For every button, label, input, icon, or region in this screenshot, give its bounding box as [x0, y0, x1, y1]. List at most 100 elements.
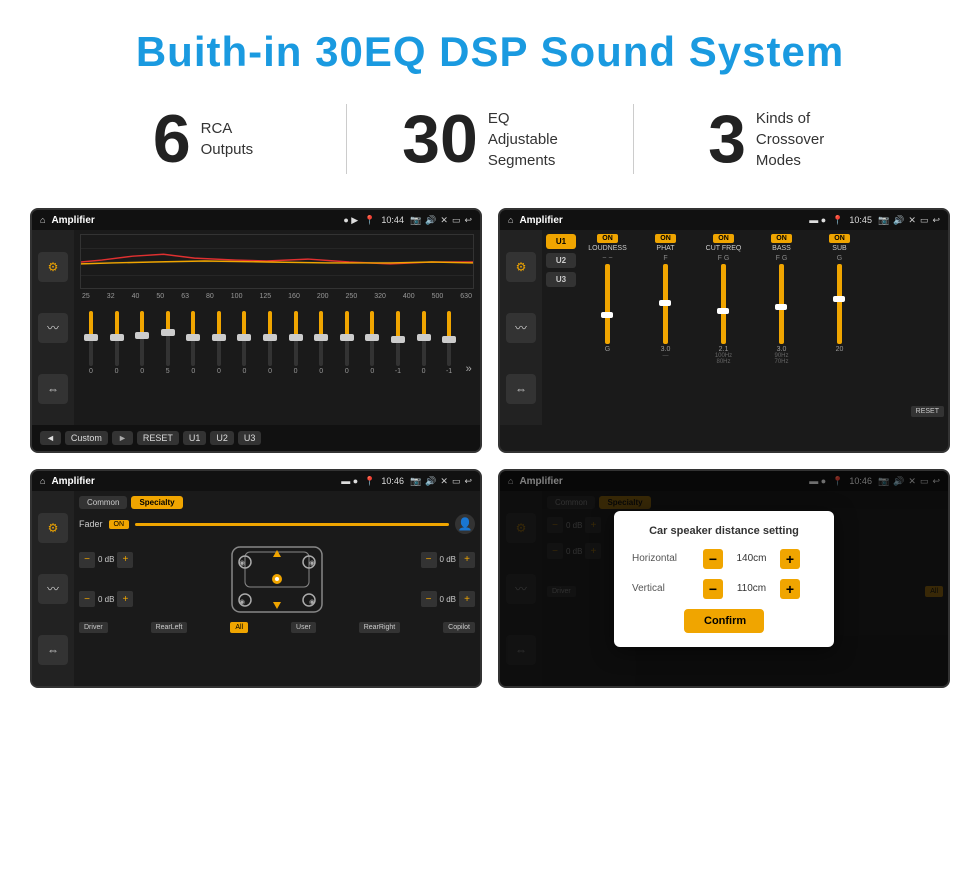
- horizontal-minus-btn[interactable]: −: [703, 549, 723, 569]
- cross-sidebar-btn-1[interactable]: ⚙: [506, 252, 536, 282]
- eq-sliders: 0 0 0: [80, 303, 474, 375]
- spk-sidebar-btn-2[interactable]: 〰: [38, 574, 68, 604]
- fader-slider[interactable]: [135, 523, 449, 526]
- driver-btn[interactable]: Driver: [79, 622, 108, 633]
- eq-slider-8[interactable]: 0: [287, 311, 305, 375]
- svg-text:◉: ◉: [309, 599, 315, 606]
- fader-row: Fader ON 👤: [79, 514, 475, 534]
- cutfreq-on-btn[interactable]: ON: [713, 234, 734, 243]
- left-top-plus[interactable]: +: [117, 552, 133, 568]
- horizontal-plus-btn[interactable]: +: [780, 549, 800, 569]
- eq-reset-btn[interactable]: RESET: [137, 431, 179, 445]
- eq-scroll-arrows[interactable]: »: [466, 363, 472, 375]
- eq-slider-1[interactable]: 0: [108, 311, 126, 375]
- right-top-val: 0 dB: [440, 555, 456, 564]
- vertical-plus-btn[interactable]: +: [780, 579, 800, 599]
- cross-sidebar-btn-3[interactable]: ⇔: [506, 374, 536, 404]
- eq-play-btn[interactable]: ►: [112, 431, 133, 445]
- vertical-value: 110cm: [729, 583, 774, 594]
- user-btn[interactable]: User: [291, 622, 316, 633]
- cross-u3-btn[interactable]: U3: [546, 272, 576, 287]
- fader-label: Fader: [79, 519, 103, 529]
- confirm-button[interactable]: Confirm: [684, 609, 764, 633]
- eq-prev-btn[interactable]: ◄: [40, 431, 61, 445]
- sub-on-btn[interactable]: ON: [829, 234, 850, 243]
- fader-on-btn[interactable]: ON: [109, 520, 130, 529]
- stat-rca-number: 6: [153, 105, 191, 173]
- close-icon: ✕: [440, 215, 448, 226]
- spk-vol-icon: 🔊: [425, 476, 436, 487]
- rearleft-btn[interactable]: RearLeft: [151, 622, 188, 633]
- eq-slider-14[interactable]: -1: [440, 311, 458, 375]
- stat-eq: 30 EQ Adjustable Segments: [347, 105, 633, 173]
- spk-app-title: Amplifier: [51, 476, 335, 487]
- eq-slider-6[interactable]: 0: [235, 311, 253, 375]
- bass-label: BASS: [772, 245, 791, 252]
- crossover-main: ⚙ 〰 ⇔ U1 U2 U3 ON LOUDNESS ~~: [500, 230, 948, 425]
- dialog-screen-card: ⌂ Amplifier ▬ ● 📍 10:46 📷 🔊 ✕ ▭ ↩ ⚙ 〰 ⇔: [498, 469, 950, 688]
- right-bottom-minus[interactable]: −: [421, 591, 437, 607]
- bass-on-btn[interactable]: ON: [771, 234, 792, 243]
- spk-content: Common Specialty Fader ON 👤 − 0 dB: [74, 491, 480, 686]
- eq-slider-5[interactable]: 0: [210, 311, 228, 375]
- right-top-plus[interactable]: +: [459, 552, 475, 568]
- eq-u3-btn[interactable]: U3: [238, 431, 262, 445]
- eq-slider-13[interactable]: 0: [415, 311, 433, 375]
- spk-sidebar-btn-3[interactable]: ⇔: [38, 635, 68, 665]
- vertical-minus-btn[interactable]: −: [703, 579, 723, 599]
- cross-reset-btn[interactable]: RESET: [911, 406, 944, 417]
- right-bottom-val: 0 dB: [440, 595, 456, 604]
- eq-slider-11[interactable]: 0: [363, 311, 381, 375]
- eq-sidebar: ⚙ 〰 ⇔: [32, 230, 74, 425]
- spk-time: 10:46: [381, 476, 404, 486]
- eq-sidebar-btn-1[interactable]: ⚙: [38, 252, 68, 282]
- left-top-minus[interactable]: −: [79, 552, 95, 568]
- dialog-vertical-row: Vertical − 110cm +: [632, 579, 816, 599]
- stat-eq-text: EQ Adjustable Segments: [488, 108, 578, 171]
- cross-icons: ▬ ●: [809, 215, 826, 225]
- cross-content: U1 U2 U3 ON LOUDNESS ~~: [542, 230, 948, 425]
- eq-sidebar-btn-3[interactable]: ⇔: [38, 374, 68, 404]
- right-top-minus[interactable]: −: [421, 552, 437, 568]
- cross-u1-btn[interactable]: U1: [546, 234, 576, 249]
- eq-slider-9[interactable]: 0: [312, 311, 330, 375]
- cross-back-icon: ↩: [932, 215, 940, 226]
- eq-slider-4[interactable]: 0: [184, 311, 202, 375]
- phat-on-btn[interactable]: ON: [655, 234, 676, 243]
- eq-u1-btn[interactable]: U1: [183, 431, 207, 445]
- speaker-layout: − 0 dB + − 0 dB +: [79, 542, 475, 617]
- all-btn[interactable]: All: [230, 622, 248, 633]
- right-bottom-plus[interactable]: +: [459, 591, 475, 607]
- cross-u2-btn[interactable]: U2: [546, 253, 576, 268]
- spk-x-icon: ✕: [440, 476, 448, 487]
- eq-slider-12[interactable]: -1: [389, 311, 407, 375]
- eq-slider-3[interactable]: 5: [159, 311, 177, 375]
- spk-loc-icon: 📍: [364, 476, 375, 487]
- spk-tab-common[interactable]: Common: [79, 496, 127, 509]
- stat-rca: 6 RCA Outputs: [60, 105, 346, 173]
- eq-slider-7[interactable]: 0: [261, 311, 279, 375]
- eq-slider-10[interactable]: 0: [338, 311, 356, 375]
- spk-sidebar-btn-1[interactable]: ⚙: [38, 513, 68, 543]
- cross-sidebar-btn-2[interactable]: 〰: [506, 313, 536, 343]
- left-bottom-plus[interactable]: +: [117, 591, 133, 607]
- eq-screen-card: ⌂ Amplifier ● ▶ 📍 10:44 📷 🔊 ✕ ▭ ↩ ⚙ 〰 ⇔: [30, 208, 482, 453]
- dialog-overlay: Car speaker distance setting Horizontal …: [500, 471, 948, 686]
- left-bottom-minus[interactable]: −: [79, 591, 95, 607]
- svg-text:◉: ◉: [239, 560, 245, 567]
- cross-sub: ON SUB G 20: [812, 234, 867, 421]
- rearright-btn[interactable]: RearRight: [359, 622, 401, 633]
- eq-dot-icons: ● ▶: [343, 215, 358, 226]
- eq-sidebar-btn-2[interactable]: 〰: [38, 313, 68, 343]
- cross-x-icon: ✕: [908, 215, 916, 226]
- spk-tab-specialty[interactable]: Specialty: [131, 496, 182, 509]
- loudness-on-btn[interactable]: ON: [597, 234, 618, 243]
- horizontal-label: Horizontal: [632, 553, 697, 564]
- eq-u2-btn[interactable]: U2: [210, 431, 234, 445]
- eq-slider-0[interactable]: 0: [82, 311, 100, 375]
- eq-slider-2[interactable]: 0: [133, 311, 151, 375]
- eq-app-title: Amplifier: [51, 215, 337, 226]
- copilot-btn[interactable]: Copilot: [443, 622, 475, 633]
- eq-status-bar: ⌂ Amplifier ● ▶ 📍 10:44 📷 🔊 ✕ ▭ ↩: [32, 210, 480, 230]
- right-top-db: − 0 dB +: [421, 552, 475, 568]
